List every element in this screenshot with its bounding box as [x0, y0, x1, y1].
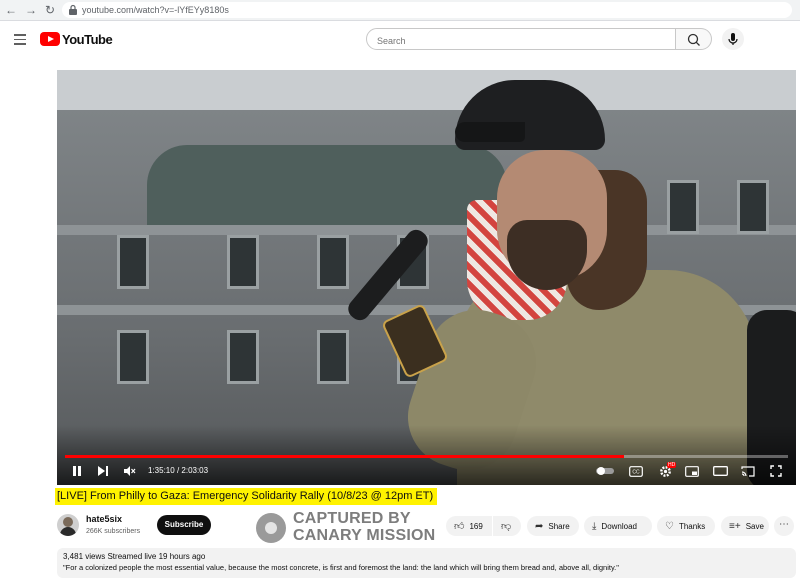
share-arrow-icon: ➦ [535, 520, 544, 532]
reload-icon[interactable]: ↻ [43, 3, 57, 17]
search-box [366, 28, 676, 50]
url-text: youtube.com/watch?v=-lYfEYy8180s [82, 5, 229, 15]
search-icon [687, 33, 700, 46]
add-to-playlist-icon: ≡+ [729, 520, 741, 532]
theater-mode-icon[interactable] [711, 462, 729, 480]
autoplay-toggle-icon[interactable] [595, 462, 615, 480]
save-label: Save [745, 521, 764, 531]
video-title: [LIVE] From Philly to Gaza: Emergency So… [55, 488, 438, 505]
watermark-line-1: CAPTURED BY [293, 510, 411, 527]
search-button[interactable] [676, 28, 712, 50]
thumbs-up-icon: 👍︎ [454, 521, 465, 532]
channel-avatar[interactable] [57, 514, 79, 536]
canary-mission-logo [256, 513, 286, 543]
time-total: 2:03:03 [181, 466, 209, 475]
browser-toolbar: ← → ↻ youtube.com/watch?v=-lYfEYy8180s [0, 0, 800, 21]
subscriber-count: 266K subscribers [86, 528, 141, 535]
thanks-icon: ♡ [665, 520, 674, 532]
channel-name[interactable]: hate5six [86, 514, 122, 524]
fullscreen-icon[interactable] [767, 462, 785, 480]
watermark-line-2: CANARY MISSION [293, 527, 436, 544]
avatar-face [63, 517, 73, 527]
thanks-label: Thanks [678, 521, 706, 531]
video-player[interactable]: 1:35:10 / 2:03:03 CC HD [57, 70, 796, 485]
description-box[interactable]: 3,481 views Streamed live 19 hours ago "… [57, 548, 796, 578]
download-label: Download [601, 521, 637, 531]
video-frame-window [667, 180, 699, 234]
video-frame-cap-brim [455, 122, 525, 142]
dislike-button[interactable]: 👎︎ [493, 516, 521, 536]
video-frame-window [317, 235, 349, 289]
pause-icon[interactable] [69, 462, 85, 480]
hd-badge: HD [667, 462, 677, 468]
video-frame-window [317, 330, 349, 384]
video-frame-window [227, 330, 259, 384]
mute-icon[interactable] [121, 462, 137, 480]
back-arrow-icon[interactable]: ← [4, 3, 18, 17]
lock-icon [69, 4, 77, 15]
video-frame-window [737, 180, 769, 234]
video-frame-window [117, 235, 149, 289]
cast-icon[interactable] [739, 462, 757, 480]
next-icon[interactable] [95, 462, 111, 480]
description-text: "For a colonized people the most essenti… [63, 563, 619, 572]
save-button[interactable]: ≡+ Save [721, 516, 769, 536]
progress-bar-played [65, 455, 624, 458]
time-display: 1:35:10 / 2:03:03 [148, 466, 208, 475]
captions-icon[interactable]: CC [627, 462, 645, 480]
more-actions-icon[interactable]: ⋯ [774, 516, 794, 536]
like-button[interactable]: 👍︎ 169 [446, 516, 492, 536]
download-button[interactable]: ⤓ Download [584, 516, 652, 536]
like-count: 169 [469, 521, 483, 531]
video-frame-roof [147, 145, 507, 225]
video-frame-window [227, 235, 259, 289]
settings-gear-icon[interactable]: HD [655, 462, 677, 480]
forward-arrow-icon[interactable]: → [24, 3, 38, 17]
download-icon: ⤓ [592, 520, 597, 532]
progress-bar[interactable] [65, 455, 788, 458]
youtube-logo[interactable]: YouTube [40, 31, 113, 47]
thumbs-down-icon: 👎︎ [501, 521, 512, 532]
share-label: Share [548, 521, 570, 531]
address-bar[interactable]: youtube.com/watch?v=-lYfEYy8180s [62, 2, 792, 18]
youtube-play-icon [40, 32, 60, 46]
search-input[interactable] [375, 32, 669, 49]
time-current: 1:35:10 [148, 466, 175, 475]
view-count-and-date: 3,481 views Streamed live 19 hours ago [63, 552, 206, 561]
share-button[interactable]: ➦ Share [527, 516, 579, 536]
avatar-body [60, 527, 76, 536]
voice-search-button[interactable] [722, 28, 744, 50]
youtube-logo-text: YouTube [62, 31, 113, 47]
thanks-button[interactable]: ♡ Thanks [657, 516, 715, 536]
miniplayer-icon[interactable] [683, 462, 701, 480]
video-frame-window [117, 330, 149, 384]
svg-text:CC: CC [632, 469, 640, 475]
microphone-icon [728, 33, 738, 45]
subscribe-button[interactable]: Subscribe [157, 515, 211, 535]
hamburger-menu-icon[interactable] [14, 34, 26, 45]
